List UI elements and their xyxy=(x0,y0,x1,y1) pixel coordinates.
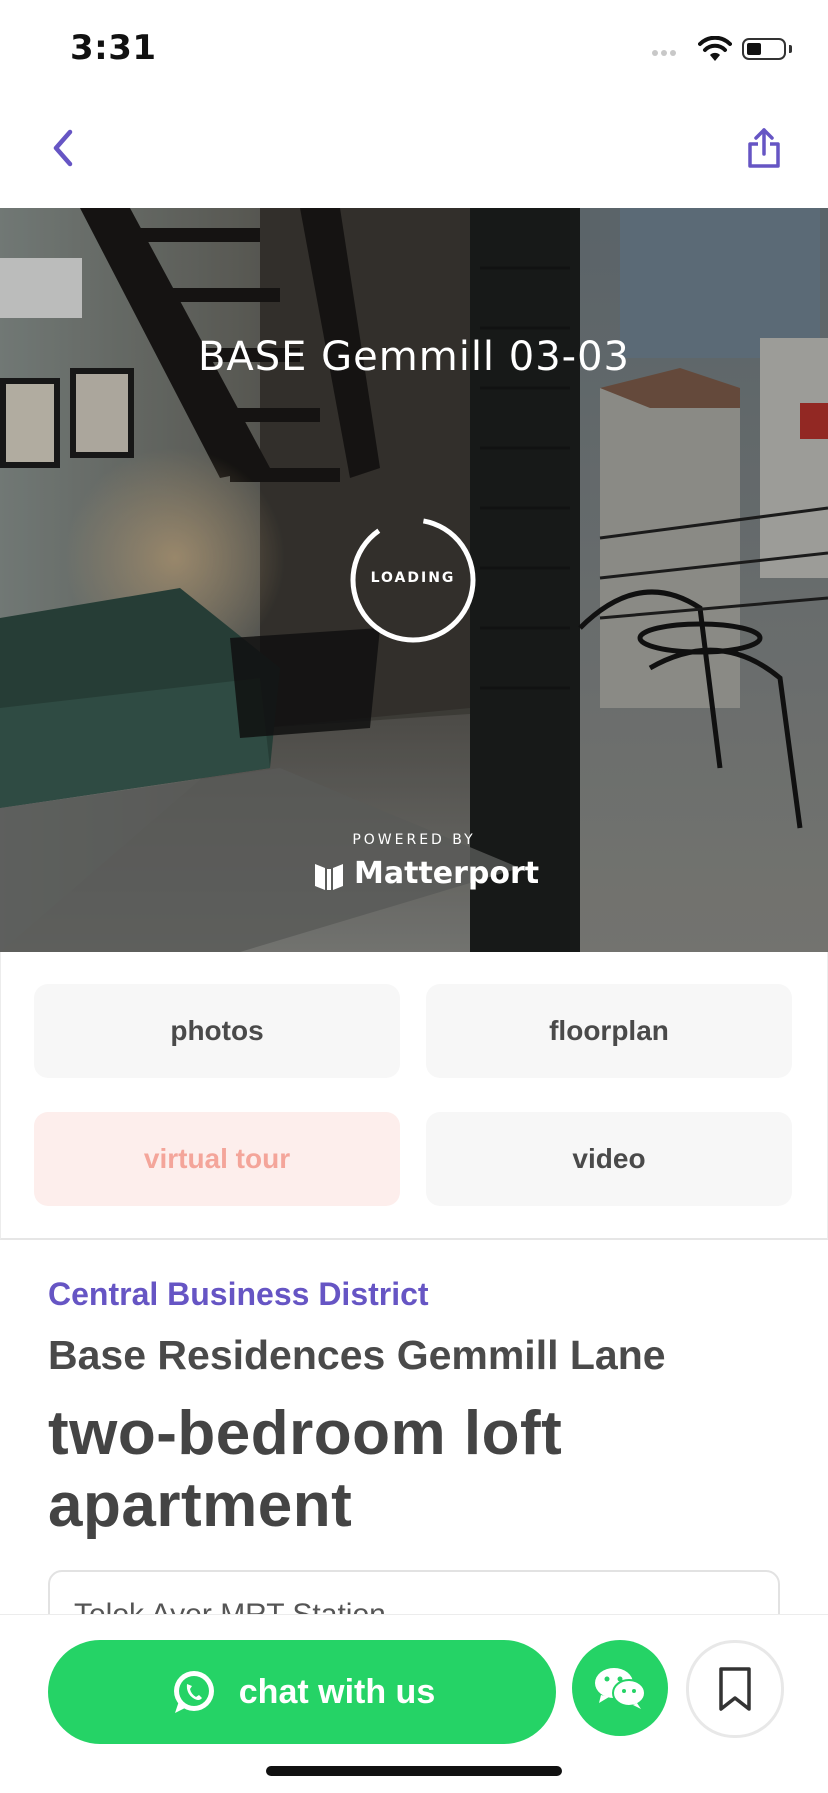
chat-with-us-button[interactable]: chat with us xyxy=(48,1640,556,1744)
unit-title: two-bedroom loft apartment xyxy=(48,1399,563,1540)
matterport-logo-icon xyxy=(315,864,343,890)
bookmark-icon xyxy=(719,1667,751,1711)
floorplan-button[interactable]: floorplan xyxy=(426,984,792,1078)
matterport-brand: Matterport xyxy=(354,856,540,891)
home-indicator xyxy=(266,1766,562,1776)
back-icon[interactable] xyxy=(48,126,78,170)
cellular-signal-icon xyxy=(652,0,682,60)
battery-icon xyxy=(742,38,786,60)
whatsapp-icon xyxy=(173,1671,214,1713)
virtual-tour-viewer[interactable]: BASE Gemmill 03-03 LOADING POWERED BY Ma… xyxy=(0,208,828,952)
chat-button-label: chat with us xyxy=(238,1672,436,1711)
tour-title: BASE Gemmill 03-03 xyxy=(197,334,630,380)
video-button[interactable]: video xyxy=(426,1112,792,1206)
wifi-icon xyxy=(698,36,732,61)
bookmark-button[interactable] xyxy=(686,1640,784,1738)
share-icon[interactable] xyxy=(746,126,782,170)
district-link[interactable]: Central Business District xyxy=(48,1276,429,1313)
building-name: Base Residences Gemmill Lane xyxy=(48,1332,666,1378)
photos-button[interactable]: photos xyxy=(34,984,400,1078)
powered-by-label: POWERED BY xyxy=(352,832,476,848)
status-time: 3:31 xyxy=(70,28,157,68)
loading-label: LOADING xyxy=(370,570,456,586)
wechat-button[interactable] xyxy=(572,1640,668,1736)
wechat-icon xyxy=(595,1668,646,1709)
battery-tip xyxy=(789,45,792,53)
virtual-tour-button[interactable]: virtual tour xyxy=(34,1112,400,1206)
